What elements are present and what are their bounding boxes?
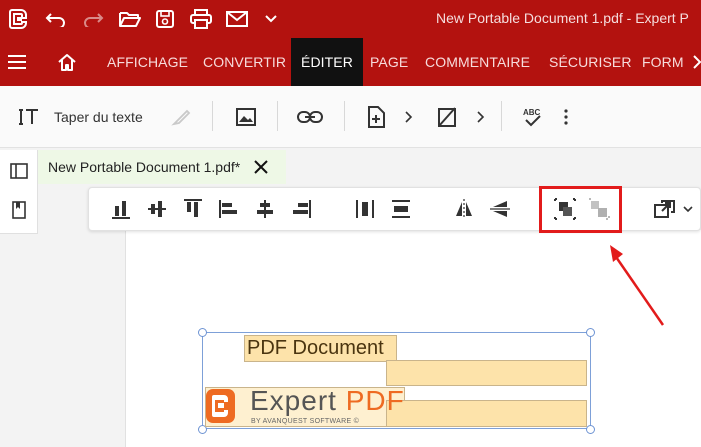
text-box[interactable] [386,400,587,427]
undo-icon[interactable] [40,0,72,38]
spellcheck-icon[interactable]: ABC [520,86,546,148]
distribute-vertical-icon[interactable] [388,196,414,222]
flip-horizontal-icon[interactable] [451,196,477,222]
menu-affichage[interactable]: AFFICHAGE [107,38,188,86]
email-icon[interactable] [221,0,253,38]
open-folder-icon[interactable] [114,0,146,38]
menu-commentaire[interactable]: COMMENTAIRE [425,38,530,86]
chevron-right-icon[interactable] [402,86,416,148]
svg-text:ABC: ABC [523,108,541,117]
title-bar: New Portable Document 1.pdf - Expert P [0,0,701,38]
expert-pdf-logo-icon [206,389,235,423]
document-tab[interactable]: New Portable Document 1.pdf* [38,150,286,184]
print-icon[interactable] [185,0,217,38]
toolbar-divider [344,101,345,131]
menu-securiser[interactable]: SÉCURISER [549,38,632,86]
align-left-icon[interactable] [216,196,242,222]
align-middle-vertical-icon[interactable] [144,196,170,222]
arrange-icon[interactable] [652,196,680,222]
more-icon[interactable] [560,86,572,148]
hamburger-menu-icon[interactable] [8,38,26,86]
image-icon[interactable] [234,86,258,148]
side-panel [0,150,38,234]
menu-bar: AFFICHAGE CONVERTIR ÉDITER PAGE COMMENTA… [0,38,701,86]
app-logo-icon [2,0,34,38]
window-title: New Portable Document 1.pdf - Expert P [436,10,689,26]
bookmark-icon[interactable] [8,199,30,221]
chevron-down-icon[interactable] [681,196,695,222]
menu-form[interactable]: FORM [642,38,684,86]
text-cursor-icon[interactable] [18,86,40,148]
pdf-document-heading[interactable]: PDF Document [244,335,397,362]
link-icon[interactable] [296,86,324,148]
align-center-horizontal-icon[interactable] [252,196,278,222]
toolbar-divider [212,101,213,131]
align-top-icon[interactable] [180,196,206,222]
logo-word-pdf: PDF [345,385,405,416]
toolbar-divider [277,101,278,131]
text-box[interactable] [386,360,587,386]
type-text-button[interactable]: Taper du texte [54,86,143,148]
close-icon[interactable] [252,158,270,176]
panel-toggle-icon[interactable] [8,160,30,182]
selection-handle[interactable] [198,328,207,337]
document-tab-label: New Portable Document 1.pdf* [48,159,241,175]
distribute-horizontal-icon[interactable] [352,196,378,222]
redo-icon[interactable] [77,0,109,38]
menu-page[interactable]: PAGE [370,38,408,86]
align-right-icon[interactable] [288,196,314,222]
add-page-icon[interactable] [365,86,387,148]
toolbar-divider [501,101,502,131]
logo-word-expert: Expert [250,385,346,416]
annotation-arrow-icon [610,245,665,326]
highlight-box [539,186,622,233]
logo-wordmark: Expert PDF [250,385,405,417]
crop-icon[interactable] [435,86,459,148]
menu-editer[interactable]: ÉDITER [291,38,363,86]
chevron-right-icon[interactable] [474,86,488,148]
flip-vertical-icon[interactable] [487,196,513,222]
align-bottom-icon[interactable] [108,196,134,222]
home-icon[interactable] [57,38,77,86]
save-icon[interactable] [149,0,181,38]
menu-overflow-icon[interactable] [693,38,701,86]
selection-handle[interactable] [586,425,595,434]
chevron-down-icon[interactable] [255,0,287,38]
logo-subtitle: BY AVANQUEST SOFTWARE © [251,418,360,425]
brush-icon[interactable] [170,86,192,148]
menu-convertir[interactable]: CONVERTIR [203,38,286,86]
edit-toolbar: Taper du texte ABC [0,86,701,148]
selection-handle[interactable] [586,328,595,337]
